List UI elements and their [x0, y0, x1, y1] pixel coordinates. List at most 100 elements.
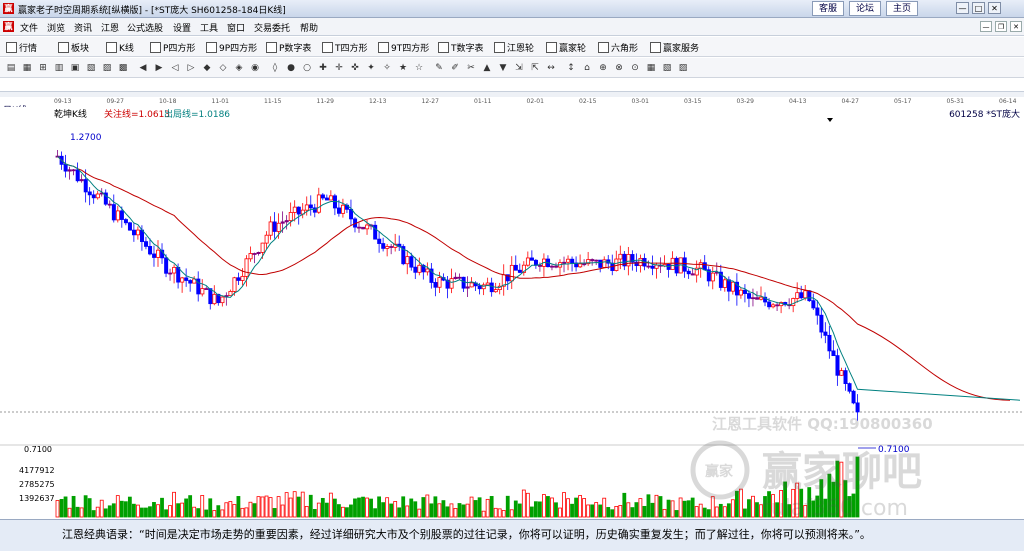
remove-icon[interactable]: ⊗: [613, 62, 625, 74]
menu-file[interactable]: 文件: [20, 21, 38, 34]
first-icon[interactable]: ◀: [137, 62, 149, 74]
volume-bar: [445, 506, 450, 518]
diamond5-icon[interactable]: ◊: [269, 62, 281, 74]
cross-icon[interactable]: ✚: [317, 62, 329, 74]
date-tick: 02-15: [579, 98, 597, 105]
toolbar-candle-button[interactable]: K线: [106, 41, 134, 54]
toolbar-label: K线: [119, 44, 134, 54]
candle-body: [232, 277, 237, 292]
bar-icon[interactable]: ▨: [101, 62, 113, 74]
menu-window[interactable]: 窗口: [227, 21, 245, 34]
layout-icon[interactable]: ▤: [5, 62, 17, 74]
volume-bar: [718, 503, 723, 518]
menu-news[interactable]: 资讯: [74, 21, 92, 34]
toolbar-square-p-button[interactable]: P四方形: [150, 41, 195, 54]
toolbar-square-9p-button[interactable]: 9P四方形: [206, 41, 257, 54]
cursor-icon[interactable]: ▣: [69, 62, 81, 74]
dot-icon[interactable]: ●: [285, 62, 297, 74]
target-icon[interactable]: ⊙: [629, 62, 641, 74]
status-bar: 江恩经典语录：“时间是决定市场走势的重要因素，经过详细研究大市及个别股票的过往记…: [0, 519, 1024, 551]
candle-body: [115, 210, 120, 221]
kline-chart[interactable]: 乾坤K线 关注线=1.0613 出局线=1.0186 601258 *ST庞大 …: [0, 107, 1024, 519]
vresize-icon[interactable]: ↕: [565, 62, 577, 74]
volume-bar: [614, 505, 619, 518]
hresize-icon[interactable]: ↔: [545, 62, 557, 74]
diamond-icon[interactable]: ◆: [201, 62, 213, 74]
period-icon[interactable]: ▦: [21, 62, 33, 74]
menu-settings[interactable]: 设置: [173, 21, 191, 34]
volume-bar: [505, 495, 510, 518]
toolbar-dollar-button[interactable]: 赢家服务: [650, 41, 699, 54]
volume-bar: [296, 496, 301, 518]
toolbar-table-t-button[interactable]: T数字表: [438, 41, 484, 54]
sparkle-icon[interactable]: ✦: [365, 62, 377, 74]
candle-body: [148, 246, 153, 255]
down-icon[interactable]: ▼: [497, 62, 509, 74]
table3-icon[interactable]: ▨: [677, 62, 689, 74]
service-button[interactable]: 客服: [812, 1, 844, 16]
toolbar-table-p-button[interactable]: P数字表: [266, 41, 311, 54]
circle-icon[interactable]: ○: [301, 62, 313, 74]
candle-body: [144, 241, 149, 247]
add-icon[interactable]: ⊕: [597, 62, 609, 74]
up-icon[interactable]: ▲: [481, 62, 493, 74]
candle-body: [184, 277, 189, 281]
sparkle2-icon[interactable]: ✧: [381, 62, 393, 74]
toolbar-grid-button[interactable]: 行情: [6, 41, 37, 54]
star-icon[interactable]: ✜: [349, 62, 361, 74]
box-icon[interactable]: ▧: [85, 62, 97, 74]
plus-icon[interactable]: ✛: [333, 62, 345, 74]
toolbar-blocks-button[interactable]: 板块: [58, 41, 89, 54]
toolbar-wheel2-button[interactable]: 赢家轮: [546, 41, 586, 54]
menu-gann[interactable]: 江恩: [101, 21, 119, 34]
prev-icon[interactable]: ▶: [153, 62, 165, 74]
scissors-icon[interactable]: ✂: [465, 62, 477, 74]
menu-trade[interactable]: 交易委托: [254, 21, 290, 34]
pen-icon[interactable]: ✎: [433, 62, 445, 74]
menu-help[interactable]: 帮助: [300, 21, 318, 34]
close-icon[interactable]: ✕: [988, 2, 1001, 14]
grid2-icon[interactable]: ▥: [53, 62, 65, 74]
toolbar-hexagon-button[interactable]: 六角形: [598, 41, 638, 54]
candle-body: [831, 350, 836, 357]
volume-bar: [264, 495, 269, 518]
minimize-icon[interactable]: —: [956, 2, 969, 14]
toolbar-square-t-button[interactable]: T四方形: [322, 41, 368, 54]
menu-browse[interactable]: 浏览: [47, 21, 65, 34]
date-tick: 05-17: [894, 98, 912, 105]
drawing-toolbar: ▤ ▦ ⊞ ▥ ▣ ▧ ▨ ▩ ◀ ▶ ◁ ▷ ◆ ◇ ◈ ◉ ◊ ● ○ ✚ ✛ ✜ ✦ ✧ ★ ☆ ✎ ✐ ✂ ▲ ▼ ⇲ ⇱ ↔ ↕ ⌂ ⊕ ⊗ ⊙ ▦…: [0, 58, 1024, 78]
volume-bar: [284, 492, 289, 518]
right-icon[interactable]: ▷: [185, 62, 197, 74]
shrink-icon[interactable]: ⇱: [529, 62, 541, 74]
volume-bar: [160, 497, 164, 518]
child-restore-icon[interactable]: ❐: [995, 21, 1007, 32]
pencil-icon[interactable]: ✐: [449, 62, 461, 74]
table2-icon[interactable]: ▧: [661, 62, 673, 74]
diamond4-icon[interactable]: ◉: [249, 62, 261, 74]
forum-button[interactable]: 论坛: [849, 1, 881, 16]
toolbar-wheel-button[interactable]: 江恩轮: [494, 41, 534, 54]
star2-icon[interactable]: ★: [397, 62, 409, 74]
maximize-icon[interactable]: □: [972, 2, 985, 14]
home-icon[interactable]: ⌂: [581, 62, 593, 74]
volume-bar: [437, 503, 442, 518]
home-button[interactable]: 主页: [886, 1, 918, 16]
candle-body: [208, 288, 213, 305]
expand-icon[interactable]: ⇲: [513, 62, 525, 74]
star3-icon[interactable]: ☆: [413, 62, 425, 74]
table-icon[interactable]: ▦: [645, 62, 657, 74]
volume-bar: [135, 504, 140, 518]
volume-bar: [361, 496, 365, 518]
diamond3-icon[interactable]: ◈: [233, 62, 245, 74]
volume-bar: [107, 505, 112, 518]
volume-bar: [529, 506, 534, 518]
child-minimize-icon[interactable]: —: [980, 21, 992, 32]
block-icon[interactable]: ▩: [117, 62, 129, 74]
menu-tools[interactable]: 工具: [200, 21, 218, 34]
diamond2-icon[interactable]: ◇: [217, 62, 229, 74]
menu-formula-select[interactable]: 公式选股: [127, 21, 163, 34]
child-close-icon[interactable]: ✕: [1010, 21, 1022, 32]
toolbar-square-9t-button[interactable]: 9T四方形: [378, 41, 429, 54]
left-icon[interactable]: ◁: [169, 62, 181, 74]
zoom-icon[interactable]: ⊞: [37, 62, 49, 74]
